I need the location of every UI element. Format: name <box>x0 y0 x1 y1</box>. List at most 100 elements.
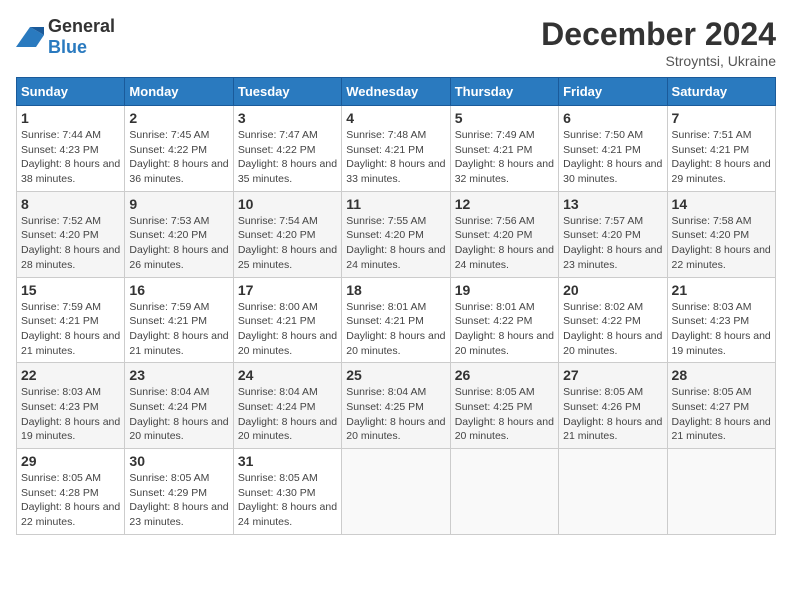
day-info: Sunrise: 8:05 AMSunset: 4:29 PMDaylight:… <box>129 471 228 530</box>
day-info: Sunrise: 7:59 AMSunset: 4:21 PMDaylight:… <box>129 300 228 359</box>
day-info: Sunrise: 7:47 AMSunset: 4:22 PMDaylight:… <box>238 128 337 187</box>
calendar-cell: 23 Sunrise: 8:04 AMSunset: 4:24 PMDayligh… <box>125 363 233 449</box>
weekday-header: Thursday <box>450 78 558 106</box>
calendar-cell: 5 Sunrise: 7:49 AMSunset: 4:21 PMDaylight… <box>450 106 558 192</box>
day-info: Sunrise: 7:54 AMSunset: 4:20 PMDaylight:… <box>238 214 337 273</box>
day-number: 5 <box>455 110 554 126</box>
weekday-header: Wednesday <box>342 78 450 106</box>
calendar-cell: 4 Sunrise: 7:48 AMSunset: 4:21 PMDaylight… <box>342 106 450 192</box>
calendar-week-row: 22 Sunrise: 8:03 AMSunset: 4:23 PMDayligh… <box>17 363 776 449</box>
calendar-cell: 1 Sunrise: 7:44 AMSunset: 4:23 PMDaylight… <box>17 106 125 192</box>
calendar-table: SundayMondayTuesdayWednesdayThursdayFrid… <box>16 77 776 535</box>
day-number: 2 <box>129 110 228 126</box>
day-info: Sunrise: 8:05 AMSunset: 4:27 PMDaylight:… <box>672 385 771 444</box>
day-info: Sunrise: 7:52 AMSunset: 4:20 PMDaylight:… <box>21 214 120 273</box>
calendar-cell: 15 Sunrise: 7:59 AMSunset: 4:21 PMDayligh… <box>17 277 125 363</box>
day-number: 11 <box>346 196 445 212</box>
day-number: 9 <box>129 196 228 212</box>
day-info: Sunrise: 8:01 AMSunset: 4:21 PMDaylight:… <box>346 300 445 359</box>
weekday-header: Tuesday <box>233 78 341 106</box>
day-number: 1 <box>21 110 120 126</box>
calendar-week-row: 1 Sunrise: 7:44 AMSunset: 4:23 PMDaylight… <box>17 106 776 192</box>
calendar-cell: 28 Sunrise: 8:05 AMSunset: 4:27 PMDayligh… <box>667 363 775 449</box>
day-info: Sunrise: 8:02 AMSunset: 4:22 PMDaylight:… <box>563 300 662 359</box>
day-info: Sunrise: 8:05 AMSunset: 4:25 PMDaylight:… <box>455 385 554 444</box>
calendar-cell: 25Sunrise: 8:04 AMSunset: 4:25 PMDayligh… <box>342 363 450 449</box>
day-number: 23 <box>129 367 228 383</box>
day-info: Sunrise: 7:53 AMSunset: 4:20 PMDaylight:… <box>129 214 228 273</box>
calendar-cell: 26 Sunrise: 8:05 AMSunset: 4:25 PMDayligh… <box>450 363 558 449</box>
day-info: Sunrise: 7:50 AMSunset: 4:21 PMDaylight:… <box>563 128 662 187</box>
day-info: Sunrise: 7:48 AMSunset: 4:21 PMDaylight:… <box>346 128 445 187</box>
calendar-cell: 21Sunrise: 8:03 AMSunset: 4:23 PMDayligh… <box>667 277 775 363</box>
calendar-cell <box>450 449 558 535</box>
weekday-header: Monday <box>125 78 233 106</box>
calendar-cell: 31 Sunrise: 8:05 AMSunset: 4:30 PMDayligh… <box>233 449 341 535</box>
day-info: Sunrise: 7:49 AMSunset: 4:21 PMDaylight:… <box>455 128 554 187</box>
day-number: 6 <box>563 110 662 126</box>
calendar-cell <box>559 449 667 535</box>
weekday-header: Friday <box>559 78 667 106</box>
day-info: Sunrise: 7:59 AMSunset: 4:21 PMDaylight:… <box>21 300 120 359</box>
day-number: 20 <box>563 282 662 298</box>
day-number: 29 <box>21 453 120 469</box>
day-number: 27 <box>563 367 662 383</box>
day-number: 8 <box>21 196 120 212</box>
calendar-cell: 24Sunrise: 8:04 AMSunset: 4:24 PMDayligh… <box>233 363 341 449</box>
day-number: 10 <box>238 196 337 212</box>
calendar-cell: 12 Sunrise: 7:56 AMSunset: 4:20 PMDayligh… <box>450 191 558 277</box>
day-info: Sunrise: 7:51 AMSunset: 4:21 PMDaylight:… <box>672 128 771 187</box>
main-title: December 2024 <box>541 16 776 53</box>
day-number: 3 <box>238 110 337 126</box>
logo-text: General Blue <box>48 16 115 58</box>
page-header: General Blue December 2024 Stroyntsi, Uk… <box>16 16 776 69</box>
calendar-cell <box>342 449 450 535</box>
calendar-cell: 29 Sunrise: 8:05 AMSunset: 4:28 PMDayligh… <box>17 449 125 535</box>
day-number: 14 <box>672 196 771 212</box>
day-number: 16 <box>129 282 228 298</box>
day-info: Sunrise: 8:05 AMSunset: 4:30 PMDaylight:… <box>238 471 337 530</box>
calendar-week-row: 29 Sunrise: 8:05 AMSunset: 4:28 PMDayligh… <box>17 449 776 535</box>
logo-icon <box>16 27 44 47</box>
day-info: Sunrise: 7:45 AMSunset: 4:22 PMDaylight:… <box>129 128 228 187</box>
day-info: Sunrise: 8:03 AMSunset: 4:23 PMDaylight:… <box>672 300 771 359</box>
day-number: 18 <box>346 282 445 298</box>
calendar-cell: 8 Sunrise: 7:52 AMSunset: 4:20 PMDaylight… <box>17 191 125 277</box>
calendar-cell: 14 Sunrise: 7:58 AMSunset: 4:20 PMDayligh… <box>667 191 775 277</box>
calendar-cell: 6 Sunrise: 7:50 AMSunset: 4:21 PMDaylight… <box>559 106 667 192</box>
day-info: Sunrise: 8:04 AMSunset: 4:24 PMDaylight:… <box>129 385 228 444</box>
day-number: 24 <box>238 367 337 383</box>
logo-blue: Blue <box>48 37 87 57</box>
calendar-cell: 20 Sunrise: 8:02 AMSunset: 4:22 PMDayligh… <box>559 277 667 363</box>
day-info: Sunrise: 7:44 AMSunset: 4:23 PMDaylight:… <box>21 128 120 187</box>
day-info: Sunrise: 8:03 AMSunset: 4:23 PMDaylight:… <box>21 385 120 444</box>
logo: General Blue <box>16 16 115 58</box>
day-number: 26 <box>455 367 554 383</box>
day-number: 15 <box>21 282 120 298</box>
day-info: Sunrise: 8:05 AMSunset: 4:28 PMDaylight:… <box>21 471 120 530</box>
day-info: Sunrise: 8:01 AMSunset: 4:22 PMDaylight:… <box>455 300 554 359</box>
day-info: Sunrise: 7:55 AMSunset: 4:20 PMDaylight:… <box>346 214 445 273</box>
subtitle: Stroyntsi, Ukraine <box>541 53 776 69</box>
day-number: 25 <box>346 367 445 383</box>
calendar-cell: 7Sunrise: 7:51 AMSunset: 4:21 PMDaylight… <box>667 106 775 192</box>
calendar-header-row: SundayMondayTuesdayWednesdayThursdayFrid… <box>17 78 776 106</box>
calendar-cell: 18 Sunrise: 8:01 AMSunset: 4:21 PMDayligh… <box>342 277 450 363</box>
logo-general: General <box>48 16 115 36</box>
day-number: 30 <box>129 453 228 469</box>
calendar-cell: 27Sunrise: 8:05 AMSunset: 4:26 PMDayligh… <box>559 363 667 449</box>
calendar-cell: 11 Sunrise: 7:55 AMSunset: 4:20 PMDayligh… <box>342 191 450 277</box>
weekday-header: Sunday <box>17 78 125 106</box>
day-number: 22 <box>21 367 120 383</box>
title-block: December 2024 Stroyntsi, Ukraine <box>541 16 776 69</box>
calendar-week-row: 15 Sunrise: 7:59 AMSunset: 4:21 PMDayligh… <box>17 277 776 363</box>
day-number: 28 <box>672 367 771 383</box>
calendar-cell: 17Sunrise: 8:00 AMSunset: 4:21 PMDayligh… <box>233 277 341 363</box>
day-info: Sunrise: 7:56 AMSunset: 4:20 PMDaylight:… <box>455 214 554 273</box>
day-number: 31 <box>238 453 337 469</box>
day-number: 4 <box>346 110 445 126</box>
day-info: Sunrise: 7:58 AMSunset: 4:20 PMDaylight:… <box>672 214 771 273</box>
calendar-cell <box>667 449 775 535</box>
day-number: 13 <box>563 196 662 212</box>
day-number: 12 <box>455 196 554 212</box>
